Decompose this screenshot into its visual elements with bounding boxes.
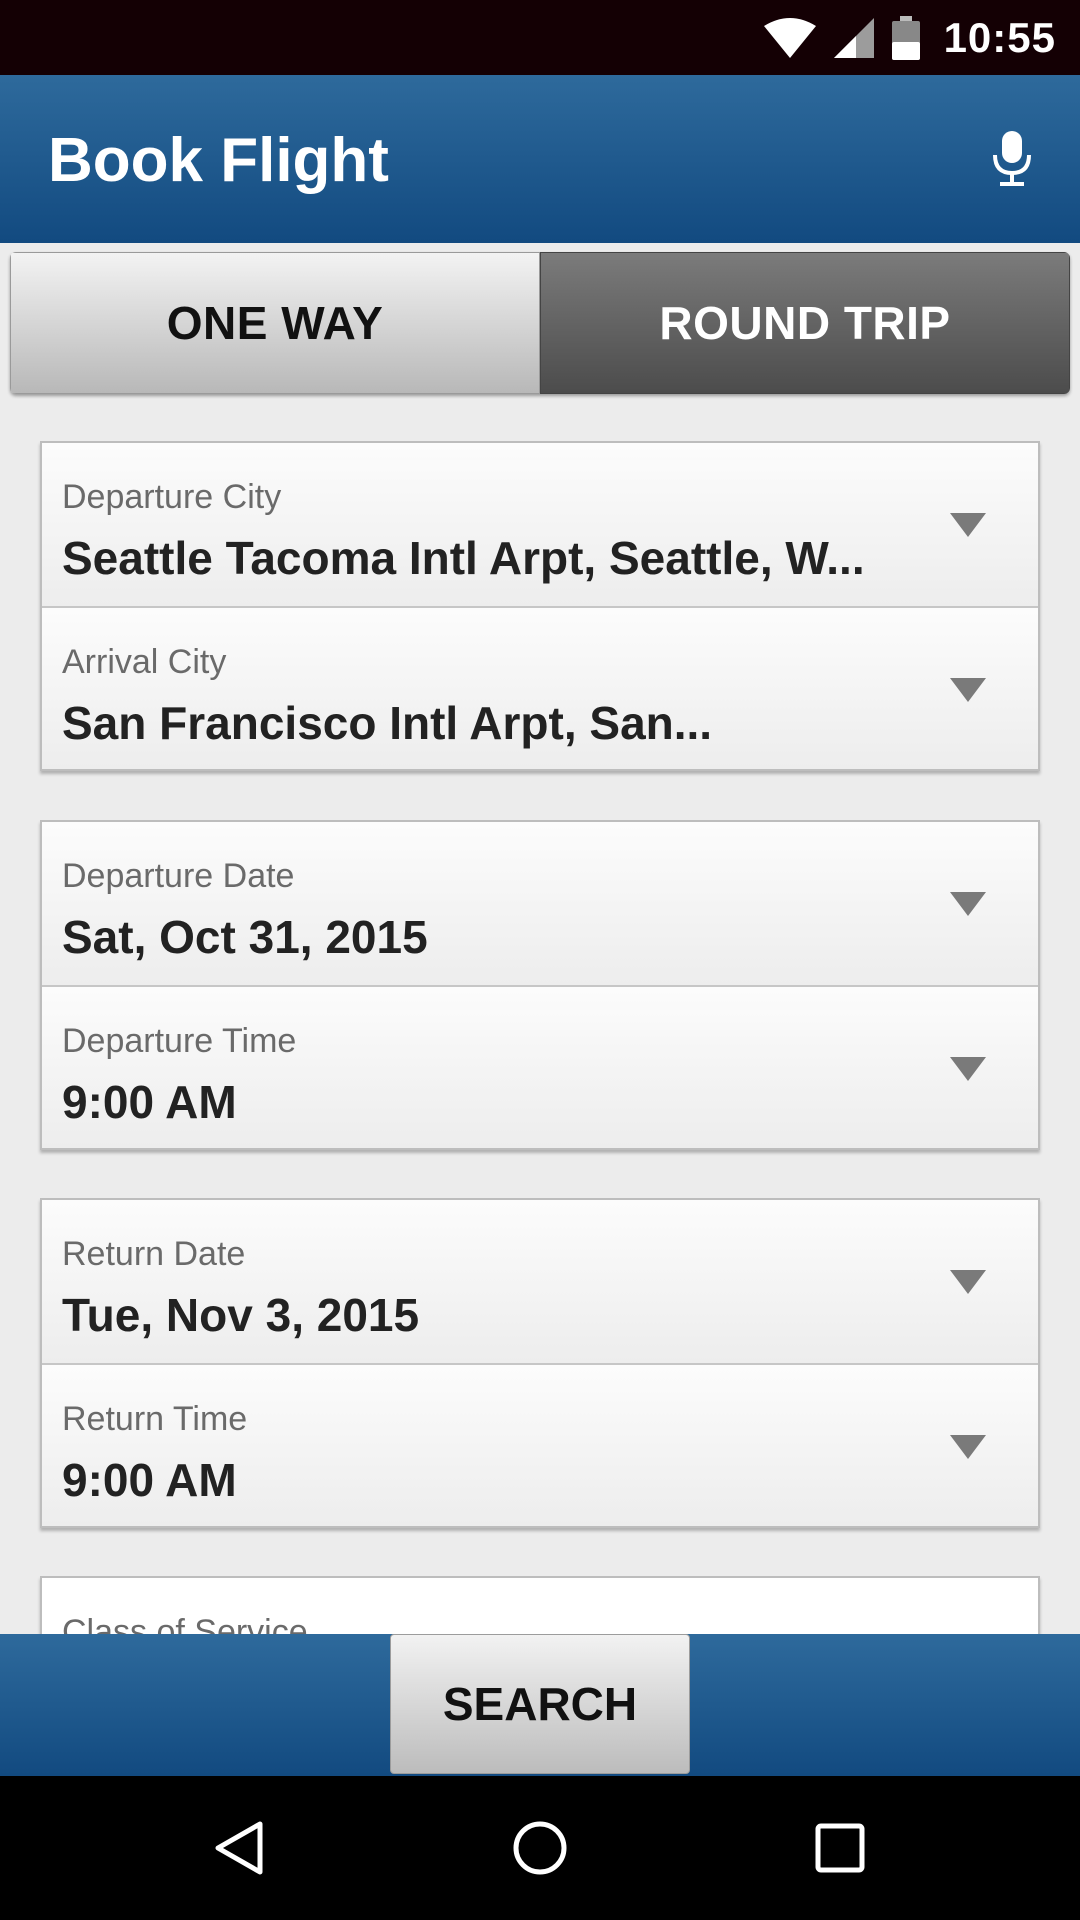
round-trip-button[interactable]: ROUND TRIP bbox=[540, 252, 1070, 394]
navigation-bar bbox=[0, 1776, 1080, 1920]
departure-date-value: Sat, Oct 31, 2015 bbox=[62, 911, 428, 963]
back-icon[interactable] bbox=[210, 1818, 270, 1878]
home-icon[interactable] bbox=[510, 1818, 570, 1878]
departure-city-label: Departure City bbox=[62, 478, 282, 516]
route-card: Departure City Seattle Tacoma Intl Arpt,… bbox=[40, 441, 1040, 771]
dropdown-arrow-icon bbox=[950, 892, 986, 916]
search-button[interactable]: SEARCH bbox=[390, 1634, 690, 1774]
one-way-button[interactable]: ONE WAY bbox=[10, 252, 540, 394]
app-bar: Book Flight bbox=[0, 75, 1080, 243]
bottom-action-bar: SEARCH bbox=[0, 1634, 1080, 1776]
return-card: Return Date Tue, Nov 3, 2015 Return Time… bbox=[40, 1198, 1040, 1528]
return-date-label: Return Date bbox=[62, 1235, 246, 1273]
dropdown-arrow-icon bbox=[950, 1057, 986, 1081]
departure-card: Departure Date Sat, Oct 31, 2015 Departu… bbox=[40, 820, 1040, 1150]
return-date-field[interactable]: Return Date Tue, Nov 3, 2015 bbox=[42, 1200, 1038, 1363]
departure-time-value: 9:00 AM bbox=[62, 1076, 237, 1128]
trip-type-toggle: ONE WAY ROUND TRIP bbox=[10, 252, 1070, 394]
recents-icon[interactable] bbox=[810, 1818, 870, 1878]
departure-city-value: Seattle Tacoma Intl Arpt, Seattle, W... bbox=[62, 532, 865, 584]
departure-city-field[interactable]: Departure City Seattle Tacoma Intl Arpt,… bbox=[42, 443, 1038, 606]
departure-time-field[interactable]: Departure Time 9:00 AM bbox=[42, 985, 1038, 1148]
return-time-label: Return Time bbox=[62, 1400, 248, 1438]
microphone-icon[interactable] bbox=[988, 129, 1036, 189]
departure-time-label: Departure Time bbox=[62, 1022, 297, 1060]
dropdown-arrow-icon bbox=[950, 1435, 986, 1459]
page-title: Book Flight bbox=[48, 126, 389, 195]
dropdown-arrow-icon bbox=[950, 513, 986, 537]
status-bar: 10:55 bbox=[0, 0, 1080, 75]
status-time: 10:55 bbox=[943, 13, 1056, 61]
cell-signal-icon bbox=[833, 17, 874, 58]
departure-date-field[interactable]: Departure Date Sat, Oct 31, 2015 bbox=[42, 822, 1038, 985]
return-time-value: 9:00 AM bbox=[62, 1454, 237, 1506]
arrival-city-value: San Francisco Intl Arpt, San... bbox=[62, 697, 713, 749]
arrival-city-field[interactable]: Arrival City San Francisco Intl Arpt, Sa… bbox=[42, 606, 1038, 769]
arrival-city-label: Arrival City bbox=[62, 643, 227, 681]
dropdown-arrow-icon bbox=[950, 1270, 986, 1294]
return-date-value: Tue, Nov 3, 2015 bbox=[62, 1289, 420, 1341]
battery-icon bbox=[891, 15, 920, 60]
departure-date-label: Departure Date bbox=[62, 857, 295, 895]
wifi-icon bbox=[763, 17, 816, 58]
return-time-field[interactable]: Return Time 9:00 AM bbox=[42, 1363, 1038, 1526]
dropdown-arrow-icon bbox=[950, 678, 986, 702]
